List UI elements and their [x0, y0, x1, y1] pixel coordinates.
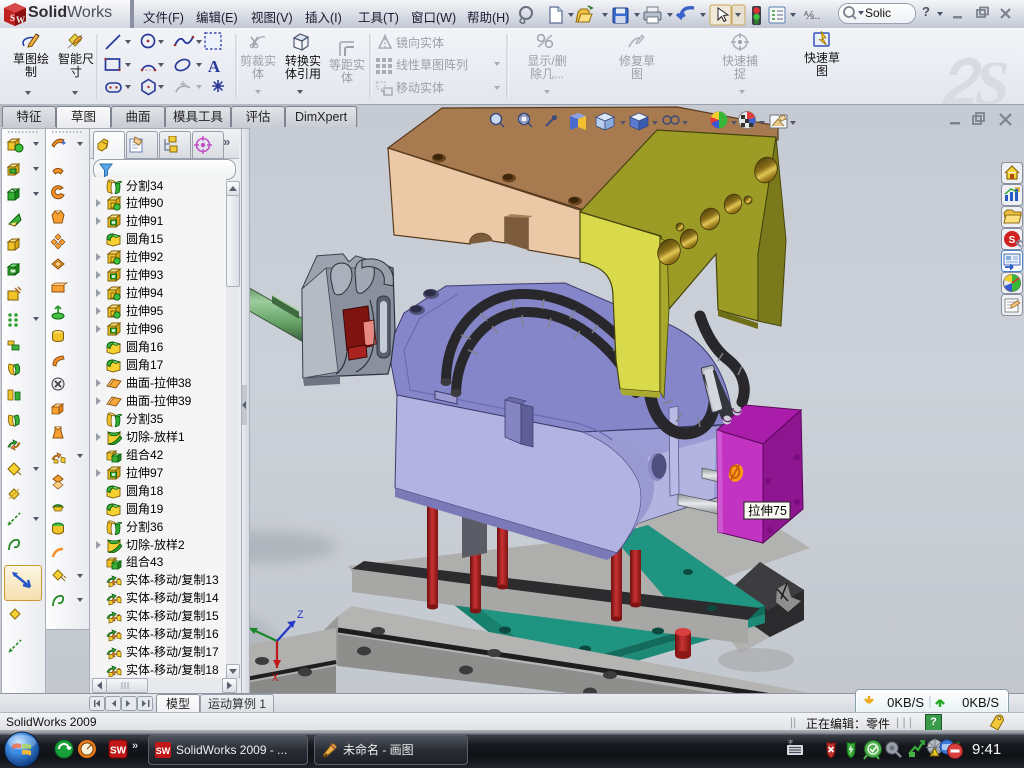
svg-text:»: » — [132, 740, 138, 752]
svg-text:SW: SW — [110, 746, 127, 757]
svg-text:0KB/S: 0KB/S — [962, 695, 999, 710]
svg-text:S: S — [1009, 235, 1016, 246]
svg-text:S: S — [10, 13, 15, 23]
svg-text:⅍..: ⅍.. — [803, 10, 820, 22]
svg-text:拉伸75: 拉伸75 — [748, 503, 787, 518]
svg-text:W: W — [16, 15, 25, 25]
svg-text:A: A — [208, 57, 221, 76]
svg-text:字: 字 — [788, 739, 793, 746]
svg-text:SW: SW — [156, 746, 171, 756]
svg-text:ᒿS: ᒿS — [940, 50, 1009, 104]
svg-text:0KB/S: 0KB/S — [887, 695, 924, 710]
svg-text:X: X — [272, 673, 279, 685]
svg-text:Z: Z — [297, 610, 304, 622]
svg-text:!: ! — [932, 751, 934, 758]
